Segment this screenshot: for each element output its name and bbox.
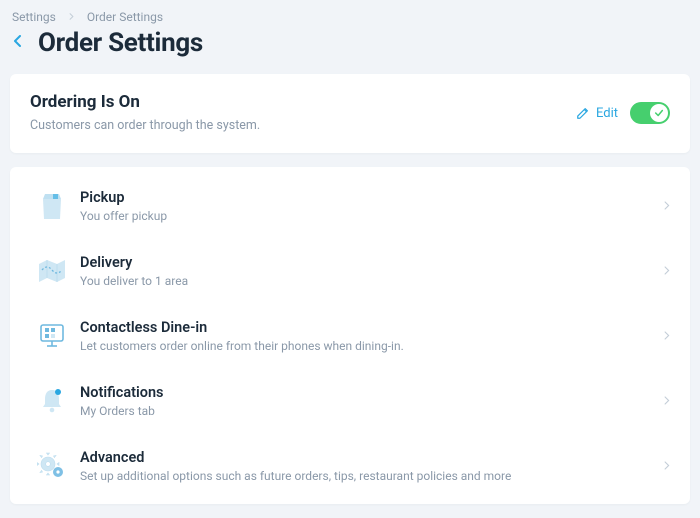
- option-title: Notifications: [80, 384, 663, 401]
- order-options-list: Pickup You offer pickup Delivery You del…: [10, 167, 690, 504]
- option-title: Pickup: [80, 189, 663, 206]
- option-contactless-dinein[interactable]: Contactless Dine-in Let customers order …: [10, 303, 690, 368]
- option-subtitle: My Orders tab: [80, 404, 663, 418]
- ordering-status-text: Ordering Is On Customers can order throu…: [30, 92, 260, 133]
- ordering-subtext: Customers can order through the system.: [30, 118, 260, 133]
- option-subtitle: You deliver to 1 area: [80, 274, 663, 288]
- option-delivery[interactable]: Delivery You deliver to 1 area: [10, 238, 690, 303]
- breadcrumb-current: Order Settings: [87, 10, 163, 24]
- gears-icon: [30, 448, 74, 484]
- chevron-right-icon: [663, 395, 670, 408]
- edit-label: Edit: [596, 106, 618, 121]
- option-subtitle: Set up additional options such as future…: [80, 469, 663, 483]
- ordering-controls: Edit: [576, 92, 670, 124]
- toggle-knob: [650, 104, 668, 122]
- title-row: Order Settings: [0, 28, 700, 74]
- breadcrumb: Settings Order Settings: [0, 0, 700, 28]
- edit-button[interactable]: Edit: [576, 106, 618, 121]
- option-pickup[interactable]: Pickup You offer pickup: [10, 173, 690, 238]
- check-icon: [654, 108, 664, 118]
- chevron-right-icon: [663, 265, 670, 278]
- option-notifications[interactable]: Notifications My Orders tab: [10, 368, 690, 433]
- option-title: Contactless Dine-in: [80, 319, 663, 336]
- back-button[interactable]: [12, 35, 24, 51]
- page-title: Order Settings: [38, 28, 203, 58]
- option-subtitle: Let customers order online from their ph…: [80, 339, 663, 353]
- ordering-heading: Ordering Is On: [30, 92, 260, 112]
- screen-icon: [30, 318, 74, 354]
- option-title: Advanced: [80, 449, 663, 466]
- ordering-toggle[interactable]: [630, 102, 670, 124]
- option-advanced[interactable]: Advanced Set up additional options such …: [10, 433, 690, 498]
- bag-icon: [30, 188, 74, 224]
- pencil-icon: [576, 106, 590, 120]
- chevron-right-icon: [663, 330, 670, 343]
- chevron-right-icon: [68, 12, 75, 23]
- bell-icon: [30, 383, 74, 419]
- ordering-status-card: Ordering Is On Customers can order throu…: [10, 74, 690, 153]
- chevron-right-icon: [663, 460, 670, 473]
- breadcrumb-root[interactable]: Settings: [12, 10, 56, 24]
- chevron-right-icon: [663, 200, 670, 213]
- option-title: Delivery: [80, 254, 663, 271]
- option-subtitle: You offer pickup: [80, 209, 663, 223]
- map-icon: [30, 253, 74, 289]
